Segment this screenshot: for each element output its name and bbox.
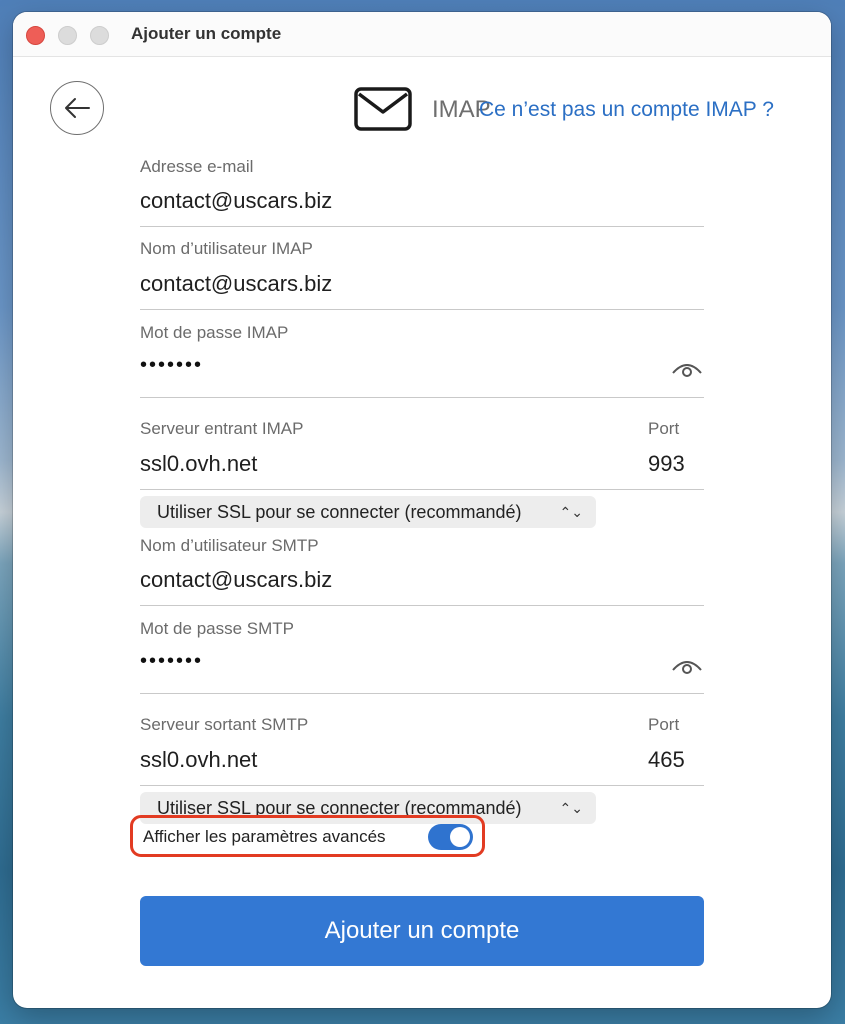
divider (140, 397, 704, 398)
divider (140, 226, 704, 227)
incoming-server-field[interactable]: ssl0.ovh.net (140, 451, 257, 477)
smtp-password-label: Mot de passe SMTP (140, 619, 295, 638)
advanced-settings-toggle[interactable] (428, 824, 473, 850)
show-password-icon[interactable] (671, 359, 703, 379)
incoming-port-label: Port (648, 419, 680, 438)
incoming-server-label: Serveur entrant IMAP (140, 419, 304, 438)
chevron-up-down-icon: ⌃⌄ (559, 504, 583, 520)
window-title: Ajouter un compte (131, 24, 282, 43)
divider (140, 489, 704, 490)
add-account-window: Ajouter un compte IMAP Ce n’est pas un c… (13, 12, 831, 1008)
outgoing-port-field[interactable]: 465 (648, 747, 685, 773)
outgoing-server-label: Serveur sortant SMTP (140, 715, 309, 734)
minimize-window-button[interactable] (58, 26, 77, 45)
toggle-knob (450, 827, 470, 847)
incoming-ssl-select[interactable]: Utiliser SSL pour se connecter (recomman… (140, 496, 596, 528)
divider (140, 693, 704, 694)
imap-username-field[interactable]: contact@uscars.biz (140, 271, 332, 297)
divider (140, 605, 704, 606)
imap-username-label: Nom d’utilisateur IMAP (140, 239, 313, 258)
imap-password-label: Mot de passe IMAP (140, 323, 289, 342)
smtp-username-field[interactable]: contact@uscars.biz (140, 567, 332, 593)
advanced-settings-label: Afficher les paramètres avancés (143, 827, 386, 846)
smtp-password-field[interactable]: ••••••• (140, 650, 203, 673)
close-window-button[interactable] (26, 26, 45, 45)
divider (140, 309, 704, 310)
imap-password-field[interactable]: ••••••• (140, 354, 203, 377)
outgoing-server-field[interactable]: ssl0.ovh.net (140, 747, 257, 773)
chevron-up-down-icon: ⌃⌄ (559, 800, 583, 816)
title-bar: Ajouter un compte (13, 12, 831, 57)
incoming-ssl-selected: Utiliser SSL pour se connecter (recomman… (157, 502, 522, 522)
mail-icon (354, 87, 412, 131)
smtp-username-label: Nom d’utilisateur SMTP (140, 536, 319, 555)
back-button[interactable] (50, 81, 104, 135)
arrow-left-icon (65, 98, 90, 118)
email-field[interactable]: contact@uscars.biz (140, 188, 332, 214)
add-account-button[interactable]: Ajouter un compte (140, 896, 704, 966)
email-label: Adresse e-mail (140, 157, 254, 176)
outgoing-port-label: Port (648, 715, 680, 734)
advanced-settings-row: Afficher les paramètres avancés (130, 815, 485, 857)
divider (140, 785, 704, 786)
zoom-window-button[interactable] (90, 26, 109, 45)
incoming-port-field[interactable]: 993 (648, 451, 685, 477)
show-password-icon[interactable] (671, 656, 703, 676)
not-imap-account-link[interactable]: Ce n’est pas un compte IMAP ? (479, 98, 774, 122)
